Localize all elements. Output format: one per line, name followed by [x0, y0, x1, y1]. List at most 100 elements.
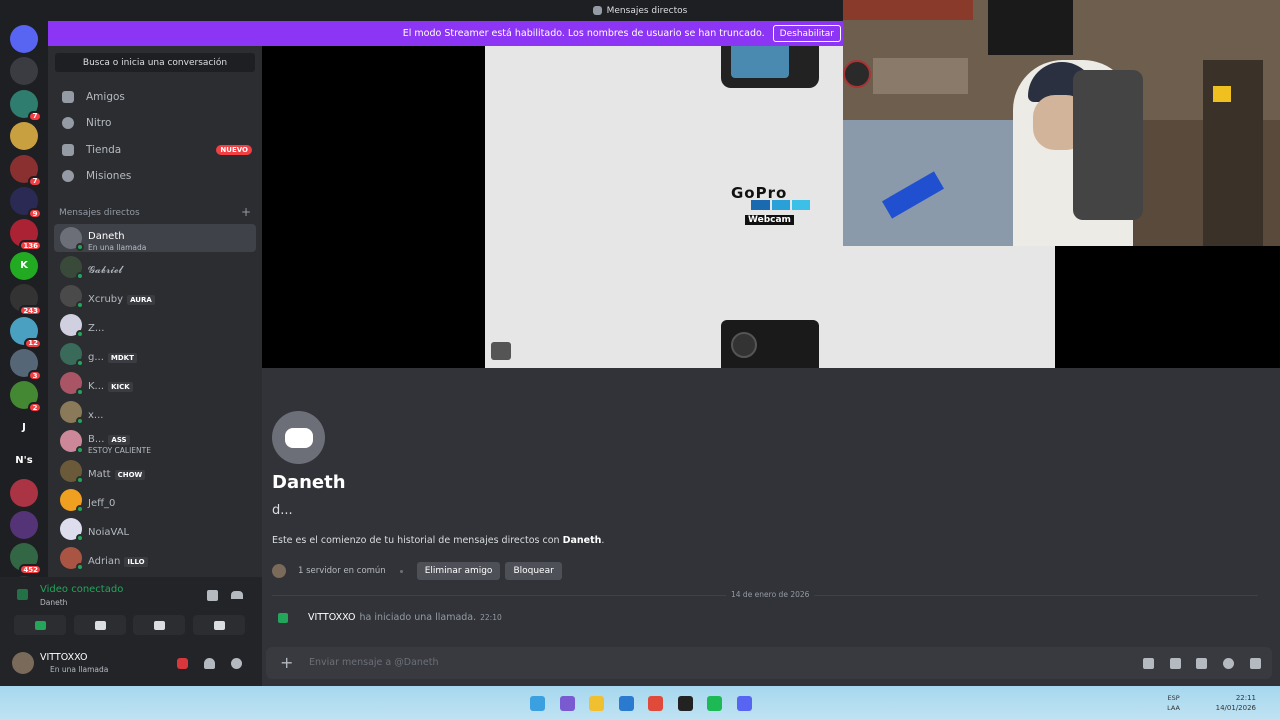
home-button[interactable] [10, 25, 38, 53]
server-icon[interactable]: 9 [10, 187, 42, 219]
muted-mic-icon[interactable] [177, 658, 188, 669]
dm-item[interactable]: Matt CHOW [54, 457, 256, 485]
server-label: J [22, 422, 26, 434]
system-clock[interactable]: 22:11 14/01/2026 [1216, 693, 1256, 713]
profile-avatar[interactable] [272, 411, 325, 464]
attach-plus-icon[interactable]: + [280, 653, 293, 672]
windows-taskbar: ESP LAA 22:11 14/01/2026 [0, 686, 1280, 720]
create-dm-button[interactable]: + [241, 206, 251, 218]
nav-nitro[interactable]: Nitro [54, 110, 256, 136]
dm-name: Z... [88, 322, 105, 334]
taskbar-app-icon[interactable] [648, 696, 663, 711]
voice-channel[interactable]: Daneth [40, 598, 67, 607]
settings-gear-icon[interactable] [231, 658, 242, 669]
apps-icon[interactable] [1250, 658, 1261, 669]
language-indicator[interactable]: ESP LAA [1167, 693, 1180, 713]
server-icon[interactable]: 136 [10, 219, 42, 252]
gift-icon[interactable] [1143, 658, 1154, 669]
server-icon[interactable] [10, 478, 38, 507]
taskbar-app-icon[interactable] [618, 696, 634, 711]
nav-friends[interactable]: Amigos [54, 84, 256, 110]
mention-badge: 136 [19, 240, 42, 252]
phone-icon [278, 612, 288, 623]
dm-item[interactable]: x... [54, 398, 256, 426]
nav-shop[interactable]: Tienda NUEVO [54, 137, 256, 163]
nav-quests[interactable]: Misiones [54, 163, 256, 189]
call-user[interactable]: VITTOXXO [308, 612, 356, 623]
screen-share-icon [94, 620, 106, 630]
avatar [60, 314, 84, 338]
server-icon[interactable]: 452 [10, 543, 42, 576]
taskbar-app-icon[interactable] [530, 696, 545, 711]
nav-label: Nitro [86, 117, 112, 129]
dm-item[interactable]: K... KICK [54, 369, 256, 397]
dm-item[interactable]: NoiaVAL [54, 515, 256, 543]
avatar [60, 460, 84, 484]
discord-icon [592, 6, 602, 15]
call-text: ha iniciado una llamada. [359, 612, 477, 623]
mutual-server-icon[interactable] [272, 564, 286, 578]
gif-icon[interactable] [1170, 658, 1181, 669]
dm-item[interactable]: g... MDKT [54, 340, 256, 368]
emoji-icon[interactable] [1223, 658, 1234, 669]
headphones-icon[interactable] [204, 658, 215, 669]
dm-item[interactable]: Xcruby AURA [54, 282, 256, 310]
user-name[interactable]: VITTOXXO [40, 652, 88, 663]
search-button[interactable]: Busca o inicia una conversación [55, 53, 255, 72]
taskbar-app-icon[interactable] [589, 696, 604, 711]
status-indicator [76, 534, 84, 542]
taskbar-app-icon[interactable] [677, 696, 693, 711]
activities-button[interactable] [133, 615, 185, 635]
status-indicator [76, 330, 84, 338]
taskbar-app-icon[interactable] [707, 696, 722, 711]
banner-text: El modo Streamer está habilitado. Los no… [402, 28, 765, 39]
block-button[interactable]: Bloquear [505, 562, 562, 580]
shelf [1203, 60, 1263, 246]
dm-item[interactable]: 𝓖𝓪𝓫𝓻𝓲𝓮𝓵 [54, 253, 256, 281]
dm-name: g... [88, 351, 104, 363]
server-icon[interactable]: N's [10, 446, 38, 475]
mention-badge: 12 [24, 337, 42, 349]
noise-suppression-icon[interactable] [207, 590, 218, 601]
dm-item[interactable]: Daneth En una llamada [54, 224, 256, 252]
server-icon[interactable]: 3 [10, 349, 42, 381]
monitor [988, 0, 1073, 55]
voice-panel: Video conectado Daneth [0, 577, 262, 642]
server-icon[interactable] [10, 511, 38, 539]
composer-placeholder: Enviar mensaje a @Daneth [309, 657, 439, 668]
avatar [60, 430, 84, 454]
server-icon[interactable]: 12 [10, 316, 42, 349]
user-avatar[interactable] [12, 652, 34, 674]
server-icon[interactable] [10, 57, 38, 86]
sticker-icon[interactable] [1196, 658, 1207, 669]
disconnect-icon[interactable] [231, 591, 243, 599]
message-composer[interactable]: + Enviar mensaje a @Daneth [266, 647, 1272, 679]
server-icon[interactable]: J [10, 413, 38, 442]
dm-item[interactable]: B... ASS ESTOY CALIENTE [54, 427, 256, 455]
server-icon[interactable]: 2 [10, 381, 42, 414]
dm-intro-text: Este es el comienzo de tu historial de m… [272, 535, 604, 546]
camera-button[interactable] [14, 615, 66, 635]
server-icon[interactable] [10, 122, 38, 151]
server-icon[interactable]: 7 [10, 89, 42, 122]
status-indicator [76, 359, 84, 367]
taskbar-app-icon[interactable] [559, 696, 575, 711]
signal-icon[interactable] [17, 589, 28, 600]
dm-item[interactable]: Adrian ILLO [54, 544, 256, 572]
server-icon[interactable]: 243 [10, 284, 42, 317]
server-icon[interactable]: K [10, 251, 38, 280]
mutual-servers[interactable]: 1 servidor en común [298, 566, 386, 576]
soundboard-button[interactable] [193, 615, 245, 635]
gopro-color-bar [731, 200, 810, 210]
server-icon[interactable]: 7 [10, 154, 42, 187]
muted-mic-icon[interactable] [491, 342, 511, 360]
status-indicator [76, 505, 84, 513]
dm-name: K... [88, 380, 105, 392]
disable-streamer-mode-button[interactable]: Deshabilitar [772, 25, 841, 42]
dm-item[interactable]: Jeff_0 [54, 486, 256, 514]
remove-friend-button[interactable]: Eliminar amigo [416, 562, 501, 580]
screen-share-button[interactable] [74, 615, 126, 635]
taskbar-app-icon[interactable] [736, 696, 752, 711]
dm-item[interactable]: Z... [54, 311, 256, 339]
window-title: Mensajes directos [606, 5, 688, 16]
